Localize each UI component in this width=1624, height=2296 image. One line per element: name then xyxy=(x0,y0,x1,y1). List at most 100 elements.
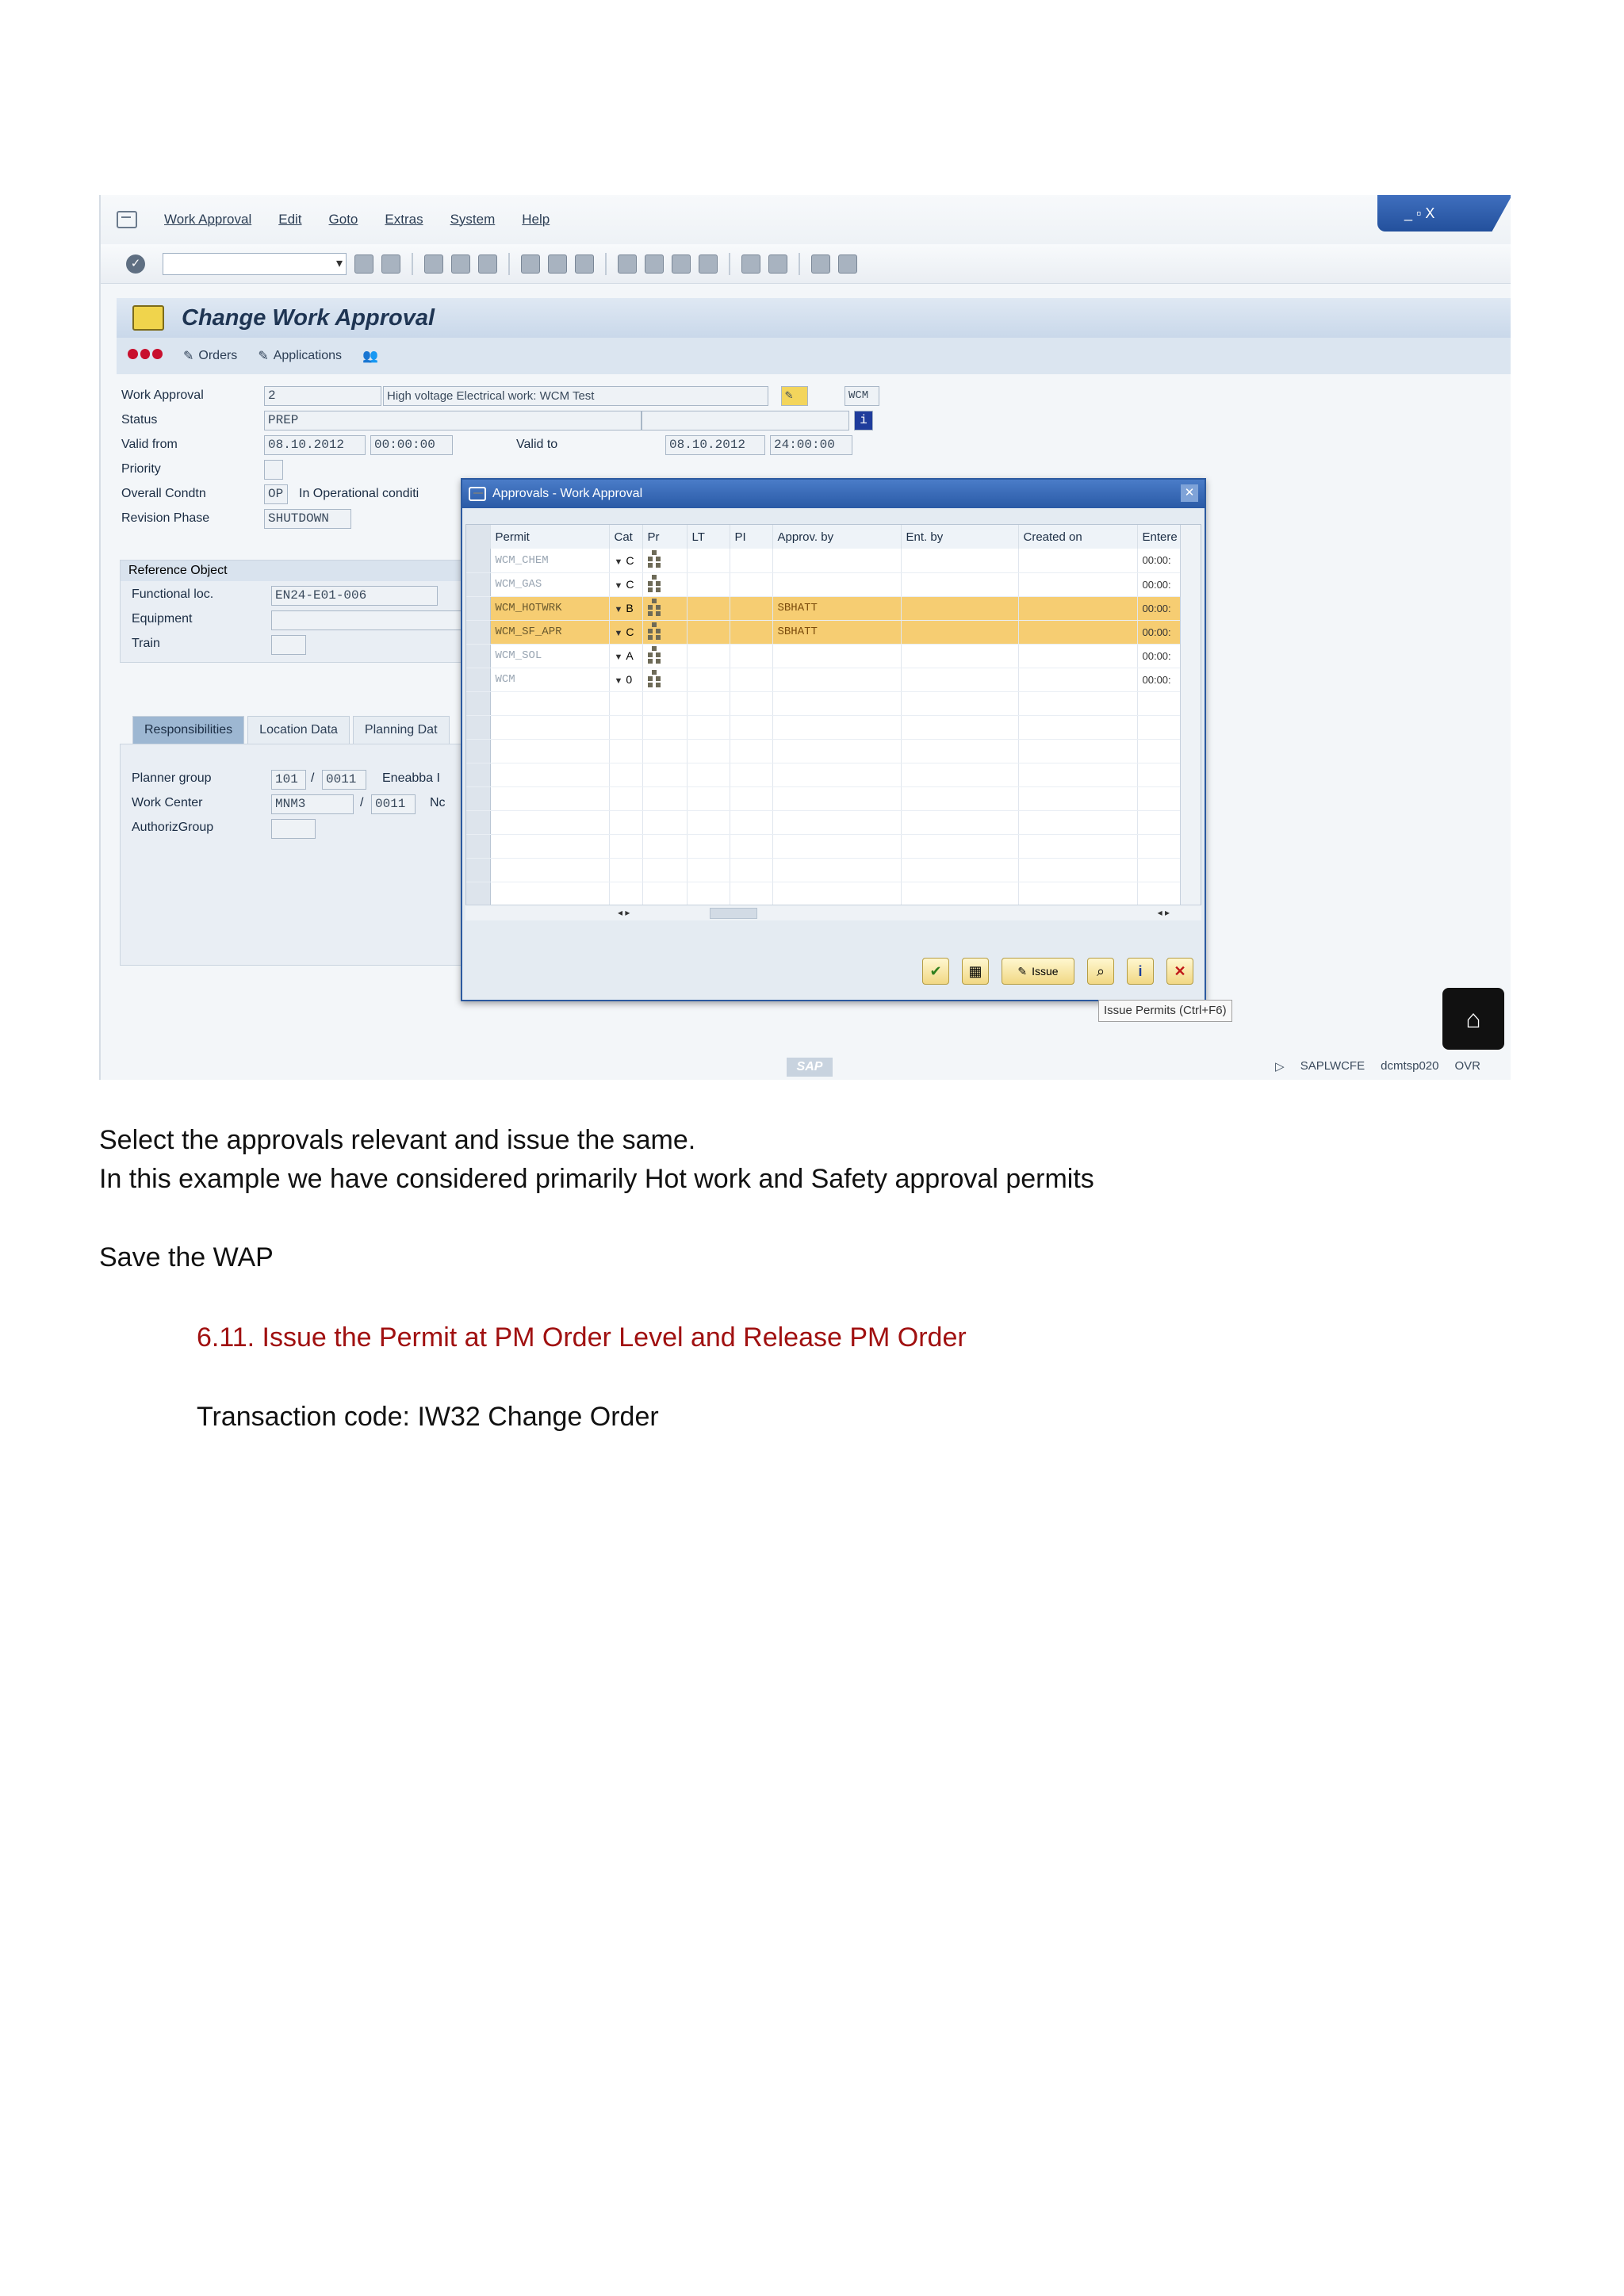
permit-cell[interactable]: WCM_SOL xyxy=(490,644,610,668)
pr-cell[interactable] xyxy=(642,596,688,621)
valid-to-date[interactable]: 08.10.2012 xyxy=(665,434,765,455)
window-controls[interactable]: _ ▫ X xyxy=(1377,195,1511,232)
table-row[interactable]: WCM_SOL ▼ A 00:00: xyxy=(466,644,1182,668)
window-menu-icon[interactable] xyxy=(117,211,137,228)
pr-cell[interactable] xyxy=(642,644,688,668)
scroll-thumb[interactable] xyxy=(710,908,757,919)
pi-cell[interactable] xyxy=(730,644,773,668)
dropdown-arrow-icon[interactable]: ▼ xyxy=(615,605,623,614)
save-icon[interactable] xyxy=(381,254,400,274)
col-lt[interactable]: LT xyxy=(687,525,730,549)
cat-cell[interactable]: ▼ A xyxy=(609,644,643,668)
pi-cell[interactable] xyxy=(730,620,773,645)
row-selector[interactable] xyxy=(466,810,491,835)
permit-cell[interactable]: WCM xyxy=(490,668,610,692)
valid-from-date[interactable]: 08.10.2012 xyxy=(264,434,366,455)
row-selector[interactable] xyxy=(466,834,491,859)
train-field[interactable] xyxy=(271,635,306,655)
dropdown-arrow-icon[interactable]: ▼ xyxy=(615,557,623,567)
work-center-field[interactable]: MNM3 xyxy=(271,794,354,814)
hierarchy-icon[interactable] xyxy=(647,550,661,568)
priority-field[interactable] xyxy=(264,459,283,480)
menu-work-approval[interactable]: Work Approval xyxy=(164,212,251,228)
triangle-icon[interactable]: ▷ xyxy=(1275,1059,1285,1073)
tab-location-data[interactable]: Location Data xyxy=(247,716,350,744)
hierarchy-icon[interactable] xyxy=(647,645,661,664)
lt-cell[interactable] xyxy=(687,596,730,621)
row-selector[interactable] xyxy=(466,668,491,692)
pi-cell[interactable] xyxy=(730,596,773,621)
planner-group-field[interactable]: 101 xyxy=(271,770,306,790)
work-center-plant[interactable]: 0011 xyxy=(371,794,416,814)
program-name[interactable]: SAPLWCFE xyxy=(1300,1059,1365,1073)
row-selector[interactable] xyxy=(466,739,491,763)
check-icon[interactable]: ✔ xyxy=(922,958,949,985)
pi-cell[interactable] xyxy=(730,572,773,597)
tab-responsibilities[interactable]: Responsibilities xyxy=(132,716,245,744)
work-approval-number[interactable]: 2 xyxy=(264,385,381,406)
table-row[interactable] xyxy=(466,786,1182,811)
col-created-on[interactable]: Created on xyxy=(1018,525,1138,549)
work-approval-description[interactable]: High voltage Electrical work: WCM Test xyxy=(383,385,768,406)
new-session-icon[interactable] xyxy=(741,254,760,274)
row-selector[interactable] xyxy=(466,572,491,597)
issue-button[interactable]: ✎ Issue xyxy=(1002,958,1074,985)
row-selector[interactable] xyxy=(466,786,491,811)
approv-by-cell[interactable] xyxy=(772,549,902,573)
table-row[interactable] xyxy=(466,858,1182,882)
dropdown-arrow-icon[interactable]: ▼ xyxy=(615,629,623,638)
table-row[interactable] xyxy=(466,810,1182,835)
col-entered[interactable]: Entere xyxy=(1137,525,1182,549)
permit-cell[interactable]: WCM_SF_APR xyxy=(490,620,610,645)
pi-cell[interactable] xyxy=(730,549,773,573)
col-approv-by[interactable]: Approv. by xyxy=(772,525,902,549)
dropdown-arrow-icon[interactable]: ▼ xyxy=(615,676,623,686)
find-icon[interactable] xyxy=(548,254,567,274)
orders-button[interactable]: ✎ Orders xyxy=(183,348,237,364)
table-row[interactable] xyxy=(466,715,1182,740)
menu-edit[interactable]: Edit xyxy=(278,212,301,228)
display-icon[interactable]: ⌕ xyxy=(1087,958,1114,985)
row-selector-header[interactable] xyxy=(466,525,491,549)
cat-cell[interactable]: ▼ C xyxy=(609,572,643,597)
pr-cell[interactable] xyxy=(642,572,688,597)
approv-by-cell[interactable] xyxy=(772,572,902,597)
permit-cell[interactable]: WCM_GAS xyxy=(490,572,610,597)
cat-cell[interactable]: ▼ C xyxy=(609,549,643,573)
row-selector[interactable] xyxy=(466,596,491,621)
row-selector[interactable] xyxy=(466,549,491,573)
hierarchy-icon[interactable] xyxy=(647,574,661,592)
vertical-scrollbar[interactable] xyxy=(1180,525,1201,920)
traffic-light-icon[interactable] xyxy=(128,349,163,363)
back-icon[interactable] xyxy=(354,254,373,274)
col-ent-by[interactable]: Ent. by xyxy=(901,525,1019,549)
authoriz-group-field[interactable] xyxy=(271,819,316,839)
row-selector[interactable] xyxy=(466,715,491,740)
hierarchy-icon[interactable] xyxy=(647,622,661,640)
pi-cell[interactable] xyxy=(730,668,773,692)
edit-text-icon[interactable]: ✎ xyxy=(781,385,808,406)
menu-system[interactable]: System xyxy=(450,212,496,228)
functional-loc-field[interactable]: EN24-E01-006 xyxy=(271,586,438,606)
applications-button[interactable]: ✎ Applications xyxy=(258,348,342,364)
cat-cell[interactable]: ▼ B xyxy=(609,596,643,621)
table-row[interactable]: WCM_SF_APR ▼ C SBHATT 00:00: xyxy=(466,620,1182,645)
row-selector[interactable] xyxy=(466,763,491,787)
approv-by-cell[interactable] xyxy=(772,644,902,668)
overall-condition-code[interactable]: OP xyxy=(264,484,288,504)
next-page-icon[interactable] xyxy=(672,254,691,274)
horizontal-scrollbar[interactable]: ◂ ▸ ◂ ▸ xyxy=(465,905,1201,920)
hierarchy-icon[interactable] xyxy=(647,598,661,616)
select-all-icon[interactable]: ▦ xyxy=(962,958,989,985)
prev-page-icon[interactable] xyxy=(645,254,664,274)
permit-cell[interactable]: WCM_CHEM xyxy=(490,549,610,573)
lt-cell[interactable] xyxy=(687,644,730,668)
print-icon[interactable] xyxy=(521,254,540,274)
find-next-icon[interactable] xyxy=(575,254,594,274)
planner-group-plant[interactable]: 0011 xyxy=(322,770,366,790)
table-row[interactable] xyxy=(466,882,1182,906)
scroll-arrows-icon[interactable]: ◂ ▸ xyxy=(1158,907,1170,918)
layout-icon[interactable] xyxy=(838,254,857,274)
hierarchy-icon[interactable] xyxy=(647,669,661,687)
row-selector[interactable] xyxy=(466,620,491,645)
